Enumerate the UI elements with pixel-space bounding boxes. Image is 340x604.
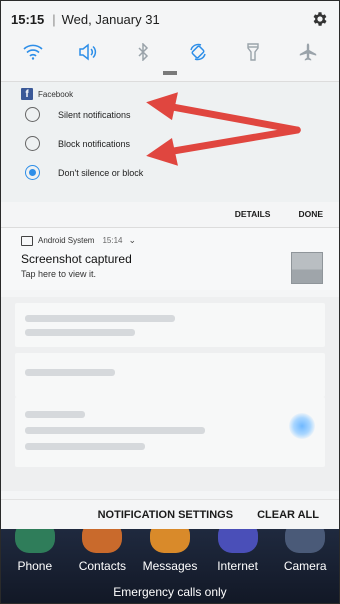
dock-label: Messages — [142, 559, 198, 573]
status-date: Wed, January 31 — [61, 11, 160, 27]
blurred-notification — [15, 353, 325, 397]
airplane-icon[interactable] — [297, 41, 319, 63]
dock-label: Contacts — [78, 559, 127, 573]
auto-rotate-icon[interactable] — [187, 41, 209, 63]
screenshot-card-header: Android System 15:14 ⌄ — [1, 228, 339, 246]
status-separator: | — [52, 11, 56, 27]
volume-icon[interactable] — [77, 41, 99, 63]
blurred-glow — [289, 413, 315, 439]
notification-shade: 15:15 | Wed, January 31 f Facebook Silen… — [1, 1, 339, 499]
option-label: Don't silence or block — [58, 167, 144, 178]
notification-subtitle: Tap here to view it. — [21, 269, 97, 279]
dock-item-messages[interactable]: Messages — [140, 521, 200, 577]
radio-button-checked[interactable] — [25, 165, 40, 180]
option-block-notifications[interactable]: Block notifications — [1, 129, 339, 158]
image-icon — [21, 235, 33, 246]
dock-label: Internet — [217, 559, 258, 573]
app-dock: Phone Contacts Messages Internet Camera — [1, 521, 339, 577]
facebook-card-actions: DETAILS DONE — [235, 209, 323, 219]
facebook-app-name: Facebook — [38, 89, 74, 99]
dock-item-contacts[interactable]: Contacts — [72, 521, 132, 577]
dock-label: Phone — [17, 559, 53, 573]
facebook-notification-card: f Facebook Silent notifications Block no… — [1, 81, 339, 202]
wifi-icon[interactable] — [22, 41, 44, 63]
dock-label: Camera — [283, 559, 327, 573]
option-dont-silence-or-block[interactable]: Don't silence or block — [1, 158, 339, 187]
done-button[interactable]: DONE — [298, 209, 323, 219]
bluetooth-icon[interactable] — [132, 41, 154, 63]
shade-bottom-bar: NOTIFICATION SETTINGS CLEAR ALL — [1, 499, 339, 529]
clear-all-button[interactable]: CLEAR ALL — [257, 509, 319, 521]
quick-settings-row — [1, 37, 339, 67]
notification-settings-button[interactable]: NOTIFICATION SETTINGS — [98, 509, 233, 521]
dock-item-camera[interactable]: Camera — [275, 521, 335, 577]
blurred-notification — [15, 397, 325, 467]
radio-button[interactable] — [25, 107, 40, 122]
details-button[interactable]: DETAILS — [235, 209, 271, 219]
phone-screen: Phone Contacts Messages Internet Camera … — [0, 0, 340, 604]
status-bar: 15:15 | Wed, January 31 — [1, 1, 339, 37]
option-label: Silent notifications — [58, 109, 131, 120]
status-time: 15:15 — [11, 11, 45, 27]
dock-item-phone[interactable]: Phone — [5, 521, 65, 577]
option-label: Block notifications — [58, 138, 131, 149]
flashlight-icon[interactable] — [242, 41, 264, 63]
settings-gear-icon[interactable] — [311, 10, 329, 28]
blurred-notifications — [1, 297, 339, 491]
notification-time: 15:14 — [102, 236, 123, 245]
screenshot-notification-card[interactable]: Android System 15:14 ⌄ Screenshot captur… — [1, 227, 339, 290]
drag-handle-icon — [163, 71, 177, 75]
chevron-down-icon[interactable]: ⌄ — [129, 235, 137, 246]
dock-item-internet[interactable]: Internet — [208, 521, 268, 577]
screenshot-thumbnail[interactable] — [291, 252, 323, 284]
notification-source: Android System — [38, 236, 95, 245]
option-silent-notifications[interactable]: Silent notifications — [1, 100, 339, 129]
facebook-card-header: f Facebook — [1, 82, 339, 100]
emergency-calls-text: Emergency calls only — [113, 585, 227, 599]
blurred-notification — [15, 303, 325, 347]
facebook-logo-icon: f — [21, 88, 33, 100]
shade-drag-handle[interactable] — [1, 67, 339, 79]
notification-title: Screenshot captured — [21, 252, 132, 266]
radio-button[interactable] — [25, 136, 40, 151]
